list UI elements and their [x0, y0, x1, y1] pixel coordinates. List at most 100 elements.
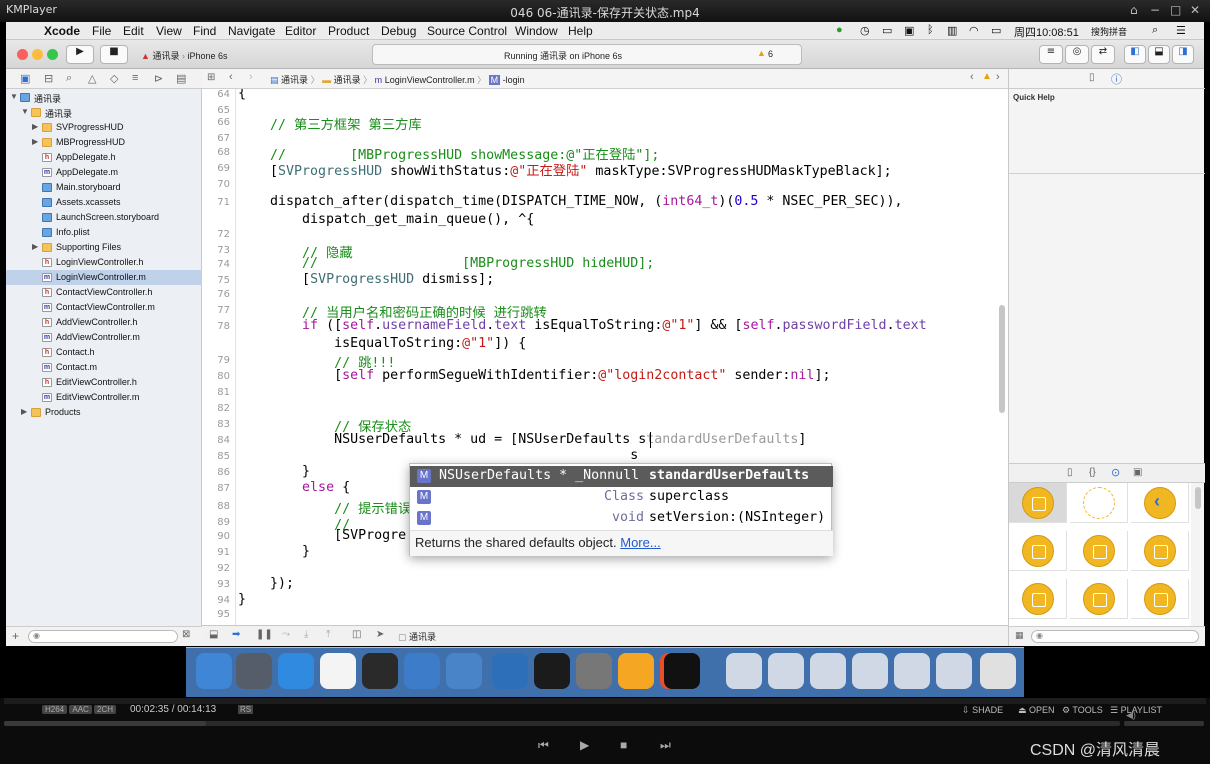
debug-target[interactable]: ▢ 通讯录 [398, 630, 436, 643]
xcode-icon[interactable] [404, 653, 440, 689]
maximize-icon[interactable]: □ [1170, 3, 1181, 17]
find-tab-icon[interactable]: ⌕ [66, 72, 72, 85]
previous-icon[interactable]: ⏮ [538, 738, 549, 753]
next-icon[interactable]: ⏭ [660, 738, 671, 753]
crumb-file[interactable]: LoginViewController.m [385, 75, 475, 85]
run-button[interactable]: ▶ [66, 45, 94, 64]
location-icon[interactable]: ➤ [376, 629, 384, 640]
disclosure-open-icon[interactable]: ▼ [10, 92, 18, 101]
crumb-project[interactable]: 通讯录 [281, 75, 308, 85]
tools-button[interactable]: ⚙ TOOLS [1062, 705, 1103, 716]
filter-options-icon[interactable]: ⊠ [182, 629, 190, 640]
menu-file[interactable]: File [92, 24, 111, 38]
media-library-icon[interactable]: ▣ [1133, 467, 1142, 478]
close-icon[interactable]: ✕ [1190, 3, 1200, 17]
file-tree-item[interactable]: m ContactViewController.m [6, 300, 202, 315]
window-close-button[interactable] [17, 49, 28, 60]
battery-icon[interactable]: ▭ [991, 24, 1001, 37]
launchpad-icon[interactable] [236, 653, 272, 689]
file-tree-item[interactable]: ▼ 通讯录 [6, 90, 202, 105]
window-thumbnail-icon[interactable] [894, 653, 930, 689]
add-file-icon[interactable]: + [12, 629, 19, 643]
window-thumbnail-icon[interactable] [768, 653, 804, 689]
file-tree-item[interactable]: m LoginViewController.m [6, 270, 202, 285]
bluetooth-icon[interactable]: ᛒ [927, 24, 934, 36]
file-tree-item[interactable]: m EditViewController.m [6, 390, 202, 405]
menu-view[interactable]: View [156, 24, 182, 38]
stop-icon[interactable]: ■ [620, 738, 627, 752]
library-scrollbar[interactable] [1195, 487, 1201, 509]
object-library-icon[interactable]: ⊙ [1111, 466, 1120, 479]
file-tree-item[interactable]: ▶ Supporting Files [6, 240, 202, 255]
file-tree-item[interactable]: ▶ SVProgressHUD [6, 120, 202, 135]
crumb-method[interactable]: -login [503, 75, 525, 85]
library-item[interactable] [1131, 531, 1189, 571]
disclosure-closed-icon[interactable]: ▶ [21, 407, 27, 416]
file-tree-item[interactable]: h EditViewController.h [6, 375, 202, 390]
library-item[interactable] [1009, 579, 1067, 619]
quick-help-icon[interactable]: ⓘ [1111, 71, 1122, 87]
library-item[interactable] [1070, 483, 1128, 523]
app-menu[interactable]: Xcode [44, 24, 80, 38]
next-issue-icon[interactable]: › [996, 71, 1000, 83]
code-snippet-icon[interactable]: {} [1089, 467, 1096, 478]
file-inspector-icon[interactable]: ▯ [1089, 72, 1095, 83]
wifi-icon[interactable]: ◠ [969, 24, 979, 37]
version-editor-button[interactable]: ⇄ [1091, 45, 1115, 64]
library-filter-input[interactable]: ◉ [1031, 630, 1199, 643]
disclosure-open-icon[interactable]: ▼ [21, 107, 29, 116]
file-tree-item[interactable]: Assets.xcassets [6, 195, 202, 210]
seek-bar[interactable] [4, 721, 1120, 726]
window-thumbnail-icon[interactable] [726, 653, 762, 689]
playlist-button[interactable]: ☰ PLAYLIST [1110, 705, 1162, 716]
terminal-icon[interactable] [534, 653, 570, 689]
toggle-debug-area-button[interactable]: ⬓ [1148, 45, 1170, 64]
menu-source-control[interactable]: Source Control [427, 24, 507, 38]
breakpoint-tab-icon[interactable]: ⊳ [154, 72, 163, 85]
file-tree-item[interactable]: m AppDelegate.m [6, 165, 202, 180]
navigator-filter-input[interactable]: ◉ [28, 630, 178, 643]
step-in-icon[interactable]: ⤓ [304, 629, 308, 640]
toggle-navigator-button[interactable]: ◧ [1124, 45, 1146, 64]
breakpoints-toggle-icon[interactable]: ➡ [232, 629, 240, 640]
menu-edit[interactable]: Edit [123, 24, 144, 38]
library-item[interactable] [1009, 483, 1067, 523]
menu-debug[interactable]: Debug [381, 24, 416, 38]
file-tree-item[interactable]: Info.plist [6, 225, 202, 240]
grid-view-icon[interactable]: ▦ [1015, 630, 1024, 641]
file-template-icon[interactable]: ▯ [1067, 467, 1073, 478]
trash-icon[interactable] [980, 653, 1016, 689]
debug-tab-icon[interactable]: ≡ [132, 72, 138, 84]
window-minimize-button[interactable] [32, 49, 43, 60]
file-tree-item[interactable]: ▼ 通讯录 [6, 105, 202, 120]
completion-row[interactable]: M Class superclass [410, 487, 833, 508]
file-tree-item[interactable]: h LoginViewController.h [6, 255, 202, 270]
standard-editor-button[interactable]: ≡ [1039, 45, 1063, 64]
hide-debug-icon[interactable]: ⬓ [209, 629, 218, 640]
symbol-tab-icon[interactable]: ⊟ [44, 72, 53, 85]
library-item[interactable] [1131, 579, 1189, 619]
prev-issue-icon[interactable]: ‹ [970, 71, 974, 83]
camera-icon[interactable]: ▣ [904, 24, 914, 37]
play-icon[interactable]: ▶ [580, 738, 589, 752]
simulator-icon[interactable] [492, 653, 528, 689]
related-items-icon[interactable]: ⊞ [207, 72, 215, 83]
back-icon[interactable]: ‹ [229, 71, 233, 83]
step-out-icon[interactable]: ⤒ [326, 629, 330, 640]
screen-icon[interactable]: ▭ [882, 24, 892, 37]
system-preferences-icon[interactable] [576, 653, 612, 689]
file-tree-item[interactable]: ▶ Products [6, 405, 202, 420]
library-item[interactable] [1009, 531, 1067, 571]
file-tree-item[interactable]: m AddViewController.m [6, 330, 202, 345]
menu-find[interactable]: Find [193, 24, 216, 38]
disclosure-closed-icon[interactable]: ▶ [32, 137, 38, 146]
issue-warning-icon[interactable]: ▲ [982, 71, 992, 82]
notification-center-icon[interactable]: ☰ [1176, 24, 1186, 37]
folder-tab-icon[interactable]: ▣ [20, 72, 30, 85]
file-tree-item[interactable]: h ContactViewController.h [6, 285, 202, 300]
window-thumbnail-icon[interactable] [810, 653, 846, 689]
test-tab-icon[interactable]: ◇ [110, 72, 118, 85]
instruments-icon[interactable] [446, 653, 482, 689]
finder-icon[interactable] [196, 653, 232, 689]
safari-icon[interactable] [278, 653, 314, 689]
